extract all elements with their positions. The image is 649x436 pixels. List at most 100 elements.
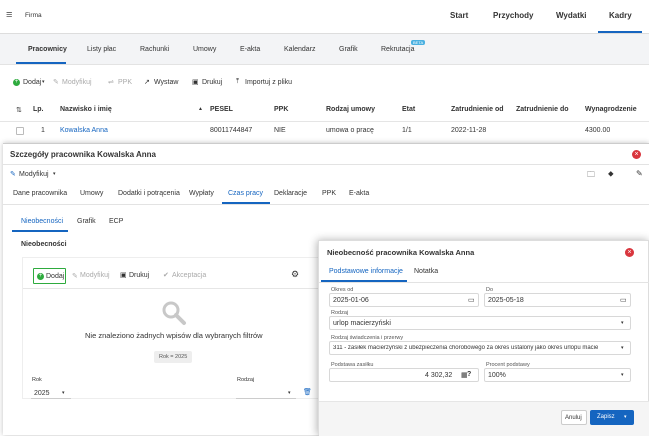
help-icon[interactable]: ? bbox=[467, 371, 471, 378]
drukuj-button[interactable]: Drukuj bbox=[202, 79, 222, 86]
subtab-grafik[interactable]: Grafik bbox=[77, 218, 96, 225]
tab-umowy[interactable]: Umowy bbox=[80, 190, 103, 197]
edit-icon: ✎ bbox=[72, 273, 78, 280]
subtab-kalendarz[interactable]: Kalendarz bbox=[284, 46, 316, 53]
pencil-icon[interactable]: ✎ bbox=[636, 169, 643, 178]
importuj-button[interactable]: Importuj z pliku bbox=[245, 79, 292, 86]
nav-active-underline bbox=[598, 31, 642, 33]
nav-start[interactable]: Start bbox=[450, 11, 468, 20]
chevron-down-icon: ▾ bbox=[621, 345, 624, 351]
calendar-icon[interactable]: ▭ bbox=[468, 296, 475, 304]
rodzaj-swiadczenia-select[interactable]: 311 - zasiłek macierzyński z ubezpieczen… bbox=[329, 341, 631, 355]
kadry-subtabs: Pracownicy Listy płac Rachunki Umowy E-a… bbox=[0, 34, 649, 65]
employee-name-link[interactable]: Kowalska Anna bbox=[60, 127, 108, 134]
top-navbar: ≡ Firma Start Przychody Wydatki Kadry bbox=[0, 0, 649, 34]
details-title: Szczegóły pracownika Kowalska Anna bbox=[10, 150, 156, 159]
subtab-rekrutacja[interactable]: Rekrutacja bbox=[381, 46, 414, 53]
akceptacja-button[interactable]: Akceptacja bbox=[172, 272, 206, 279]
subtab-active-underline bbox=[16, 62, 66, 64]
tab-podstawowe-informacje[interactable]: Podstawowe informacje bbox=[329, 268, 403, 275]
rodzaj-label: Rodzaj bbox=[237, 377, 255, 383]
col-etat[interactable]: Etat bbox=[402, 106, 415, 113]
close-icon[interactable]: × bbox=[632, 150, 641, 159]
wystaw-icon: ↗ bbox=[144, 79, 150, 86]
add-icon: + bbox=[13, 79, 20, 86]
employees-table-header: ⇅ Lp. Nazwisko i imię ▲ PESEL PPK Rodzaj… bbox=[0, 98, 649, 122]
tab-dane-pracownika[interactable]: Dane pracownika bbox=[13, 190, 67, 197]
add-icon: + bbox=[37, 273, 44, 280]
company-label[interactable]: Firma bbox=[25, 12, 42, 19]
tab-e-akta[interactable]: E-akta bbox=[349, 190, 369, 197]
podstawa-input[interactable]: 4 302,32 ▦ bbox=[329, 368, 479, 382]
subtab-e-akta[interactable]: E-akta bbox=[240, 46, 260, 53]
do-input[interactable]: 2025-05-18 ▭ bbox=[484, 293, 631, 307]
nav-przychody[interactable]: Przychody bbox=[493, 11, 533, 20]
folder-icon[interactable]: 🗀 bbox=[587, 169, 595, 183]
okres-od-input[interactable]: 2025-01-06 ▭ bbox=[329, 293, 479, 307]
inner-dodaj-button[interactable]: + Dodaj bbox=[33, 268, 66, 284]
inner-drukuj-button[interactable]: Drukuj bbox=[129, 272, 149, 279]
col-lp[interactable]: Lp. bbox=[33, 106, 44, 113]
menu-icon[interactable]: ≡ bbox=[6, 9, 12, 21]
row-checkbox[interactable] bbox=[16, 127, 24, 135]
rodzaj-filter-select[interactable]: ▾ bbox=[236, 387, 296, 399]
close-icon[interactable]: × bbox=[625, 248, 634, 257]
table-row[interactable]: 1 Kowalska Anna 80011744847 NIE umowa o … bbox=[0, 123, 649, 141]
subtab-pracownicy[interactable]: Pracownicy bbox=[28, 46, 67, 53]
ppk-button[interactable]: PPK bbox=[118, 79, 132, 86]
absence-title: Nieobecność pracownika Kowalska Anna bbox=[327, 248, 475, 257]
subtab-listy-plac[interactable]: Listy płac bbox=[87, 46, 116, 53]
col-zatrudnienie-od[interactable]: Zatrudnienie od bbox=[451, 106, 504, 113]
tab-deklaracje[interactable]: Deklaracje bbox=[274, 190, 307, 197]
subtab-grafik[interactable]: Grafik bbox=[339, 46, 358, 53]
subtab-rachunki[interactable]: Rachunki bbox=[140, 46, 169, 53]
col-zatrudnienie-do[interactable]: Zatrudnienie do bbox=[516, 106, 569, 113]
upload-icon: ⤒ bbox=[236, 78, 240, 85]
main-toolbar: + Dodaj ▾ ✎ Modyfikuj ⇌ PPK ↗ Wystaw ▣ D… bbox=[0, 70, 649, 96]
chevron-down-icon[interactable]: ▾ bbox=[624, 414, 627, 420]
tab-ppk[interactable]: PPK bbox=[322, 190, 336, 197]
filter-chip[interactable]: Rok = 2025 bbox=[154, 351, 193, 363]
procent-select[interactable]: 100% ▾ bbox=[484, 368, 631, 382]
sort-up-icon: ▲ bbox=[198, 106, 203, 112]
tab-notatka[interactable]: Notatka bbox=[414, 268, 438, 275]
edit-icon: ✎ bbox=[53, 79, 59, 86]
rodzaj-select[interactable]: urlop macierzyński ▾ bbox=[329, 316, 631, 330]
ppk-icon: ⇌ bbox=[108, 79, 114, 86]
col-nazwisko[interactable]: Nazwisko i imię bbox=[60, 106, 112, 113]
subtab-ecp[interactable]: ECP bbox=[109, 218, 123, 225]
rok-select[interactable]: 2025 ▾ bbox=[31, 387, 71, 399]
section-title: Nieobecności bbox=[21, 241, 67, 248]
sort-icon[interactable]: ⇅ bbox=[16, 106, 22, 114]
subtab-nieobecnosci[interactable]: Nieobecności bbox=[21, 218, 63, 225]
col-pesel[interactable]: PESEL bbox=[210, 106, 233, 113]
beta-badge: BETA bbox=[411, 40, 426, 45]
rok-label: Rok bbox=[32, 377, 42, 383]
nav-kadry[interactable]: Kadry bbox=[609, 11, 632, 20]
settings-icon[interactable]: ⚙ bbox=[291, 269, 299, 280]
col-ppk[interactable]: PPK bbox=[274, 106, 288, 113]
zapisz-button[interactable]: Zapisz ▾ bbox=[590, 410, 634, 425]
tag-icon[interactable]: ⬥ bbox=[608, 169, 614, 179]
chevron-down-icon: ▾ bbox=[621, 320, 624, 326]
inner-modyfikuj-button[interactable]: Modyfikuj bbox=[80, 272, 110, 279]
trash-icon[interactable]: 🗑 bbox=[303, 388, 312, 396]
check-icon: ✔ bbox=[163, 272, 169, 279]
subtab-umowy[interactable]: Umowy bbox=[193, 46, 216, 53]
chevron-down-icon: ▾ bbox=[621, 372, 624, 378]
calendar-icon[interactable]: ▭ bbox=[620, 296, 627, 304]
col-wynagrodzenie[interactable]: Wynagrodzenie bbox=[585, 106, 637, 113]
modyfikuj-button[interactable]: Modyfikuj bbox=[62, 79, 92, 86]
print-icon: ▣ bbox=[192, 79, 199, 86]
tab-czas-pracy[interactable]: Czas pracy bbox=[228, 190, 263, 197]
empty-state-text: Nie znaleziono żadnych wpisów dla wybran… bbox=[85, 331, 263, 340]
anuluj-button[interactable]: Anuluj bbox=[561, 410, 587, 425]
tab-wyplaty[interactable]: Wypłaty bbox=[189, 190, 214, 197]
details-modyfikuj-button[interactable]: Modyfikuj bbox=[19, 171, 49, 178]
nav-wydatki[interactable]: Wydatki bbox=[556, 11, 587, 20]
wystaw-button[interactable]: Wystaw bbox=[154, 79, 178, 86]
edit-icon: ✎ bbox=[10, 171, 16, 178]
col-rodzaj-umowy[interactable]: Rodzaj umowy bbox=[326, 106, 375, 113]
dodaj-button[interactable]: Dodaj bbox=[23, 79, 41, 86]
tab-dodatki[interactable]: Dodatki i potrącenia bbox=[118, 190, 180, 197]
